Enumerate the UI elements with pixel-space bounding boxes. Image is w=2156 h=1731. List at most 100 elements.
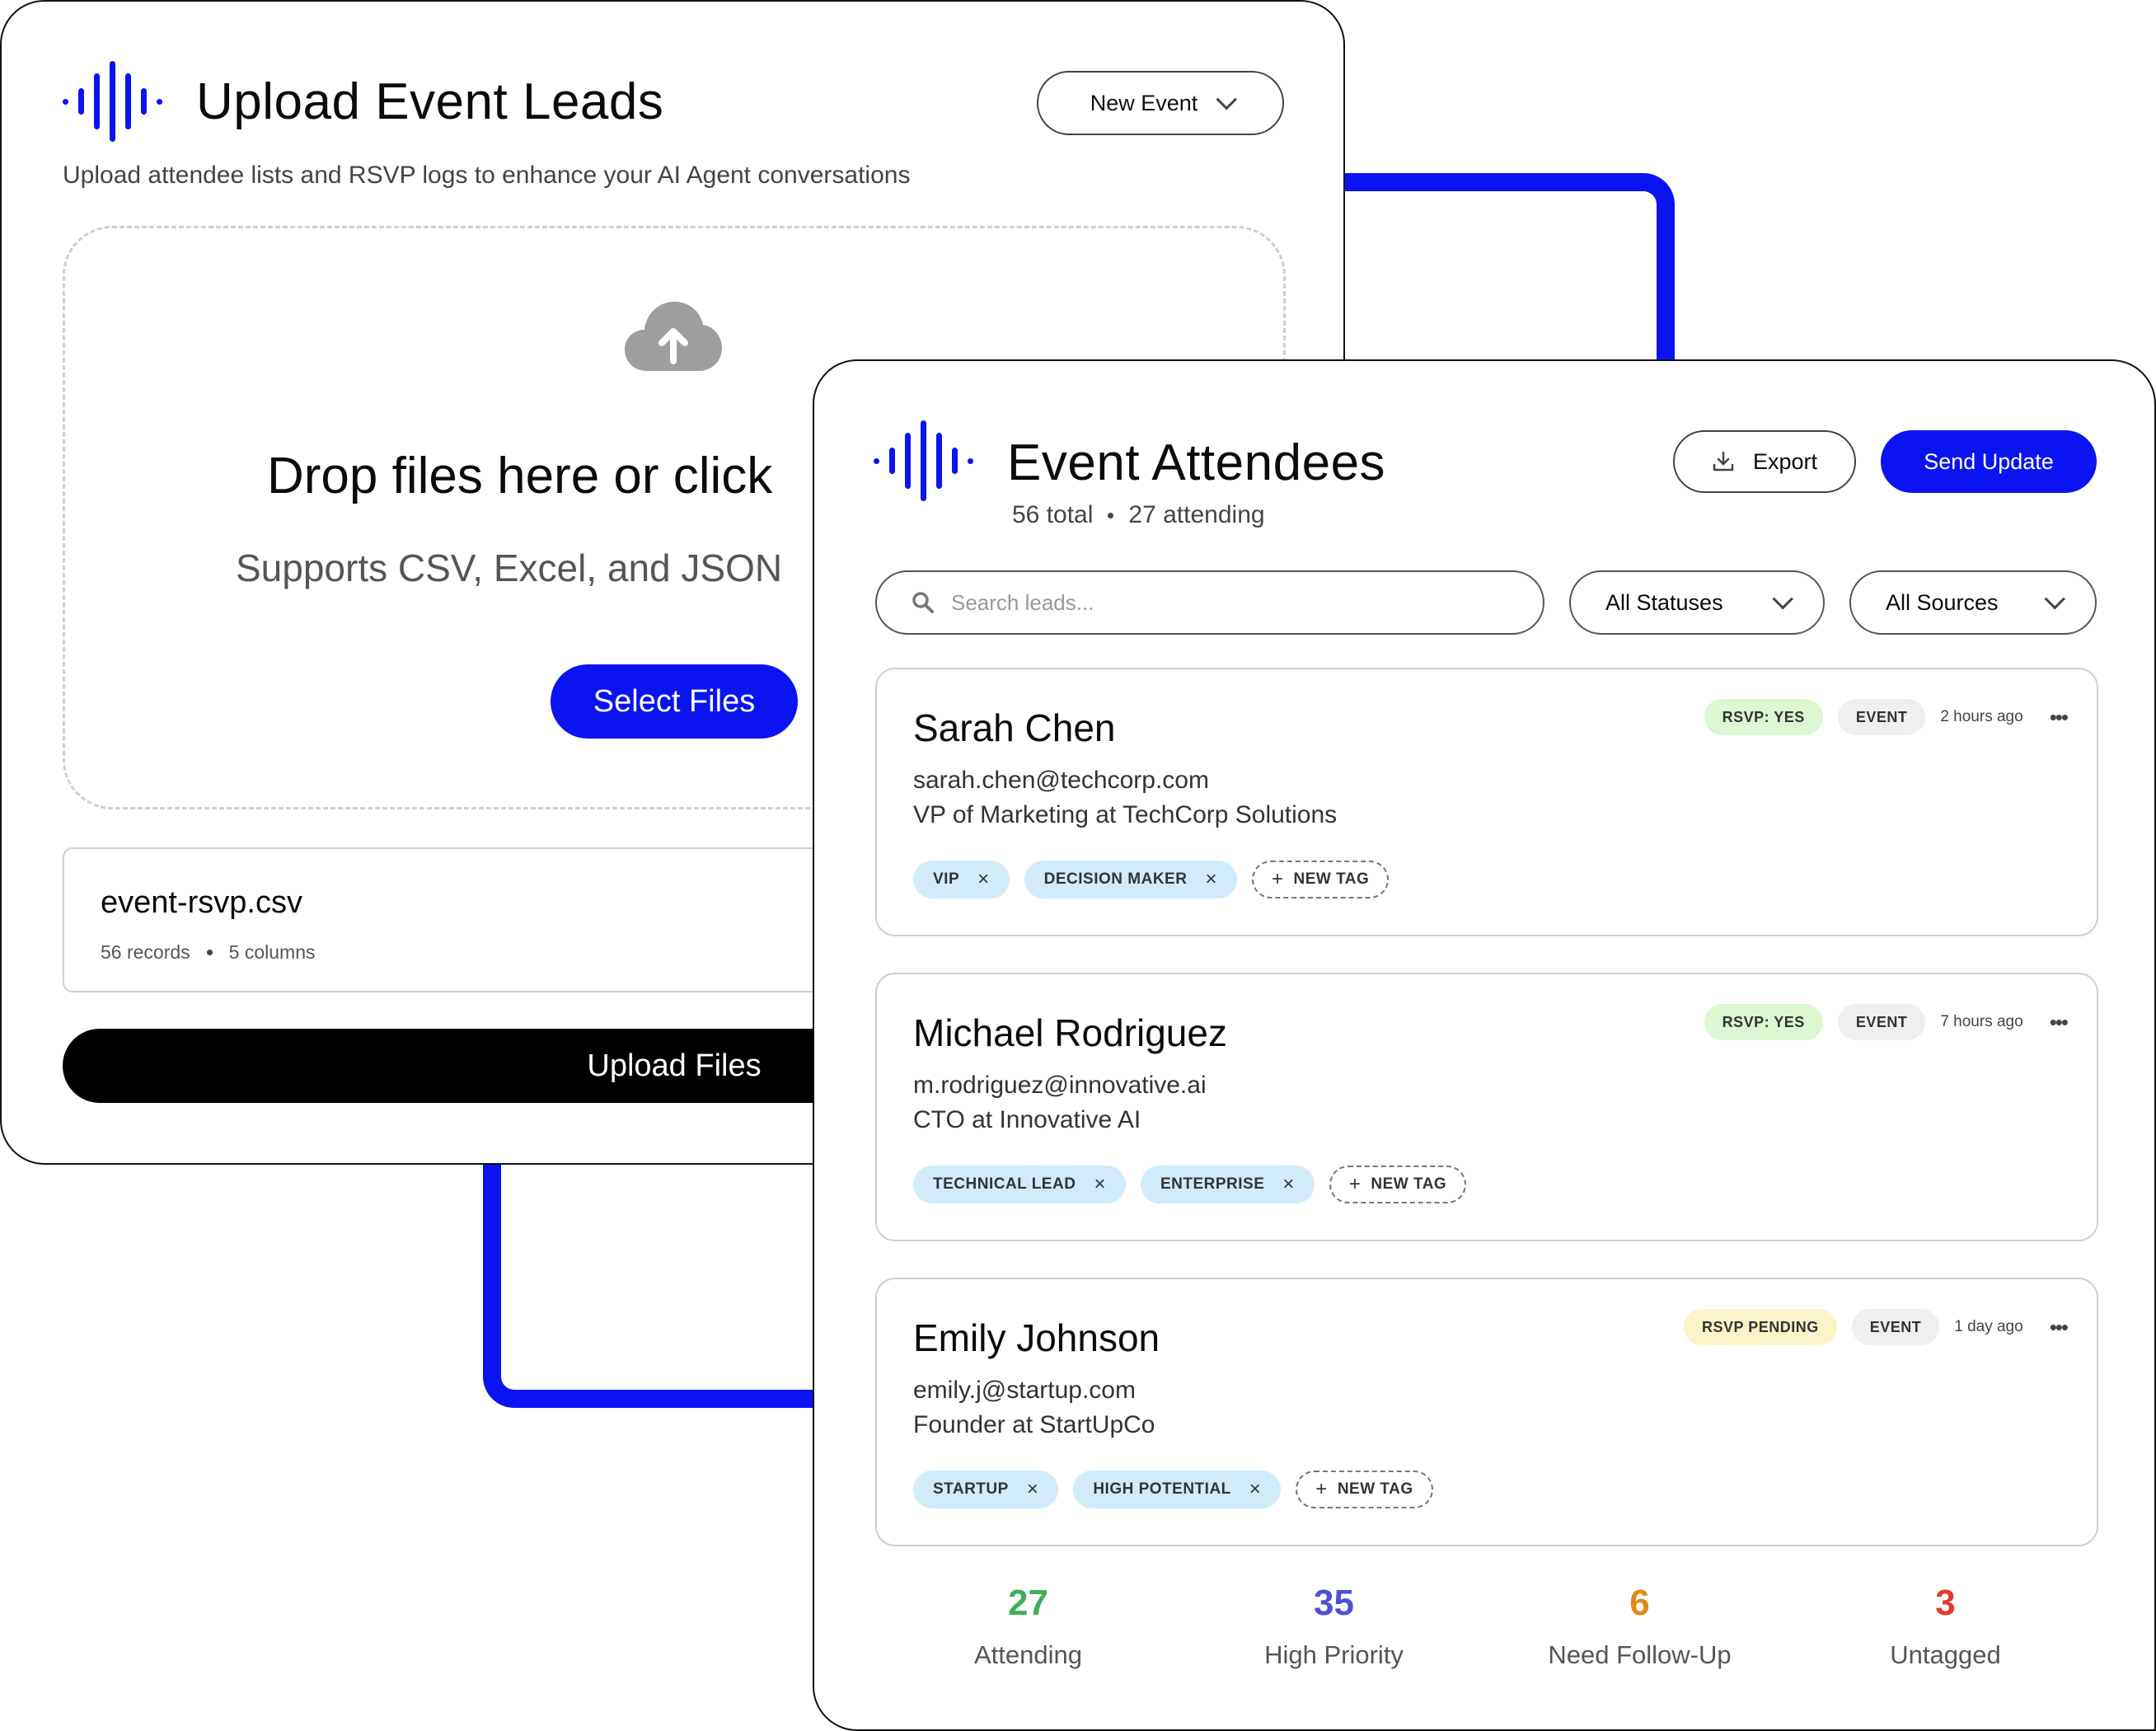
tag-label: STARTUP — [933, 1480, 1009, 1498]
more-options-icon[interactable]: ••• — [2050, 1010, 2069, 1035]
lead-meta: RSVP: YES EVENT 2 hours ago ••• — [1704, 699, 2069, 735]
remove-tag-icon[interactable]: × — [977, 868, 990, 891]
lead-role: CTO at Innovative AI — [913, 1106, 1141, 1133]
stat-label: Untagged — [1890, 1640, 2001, 1669]
event-select[interactable]: New Event — [1037, 71, 1284, 135]
lead-role: Founder at StartUpCo — [913, 1411, 1155, 1438]
remove-tag-icon[interactable]: × — [1282, 1173, 1295, 1196]
plus-icon: + — [1348, 1173, 1362, 1195]
stat-value: 27 — [1008, 1583, 1048, 1623]
lead-email: emily.j@startup.com — [913, 1377, 1136, 1404]
attending-count: 27 attending — [1128, 501, 1265, 528]
tag-list: STARTUP × HIGH POTENTIAL × + NEW TAG — [913, 1471, 1433, 1508]
source-badge: EVENT — [1837, 699, 1926, 735]
stat-attending: 27 Attending — [875, 1583, 1181, 1670]
attendee-counts: 56 total 27 attending — [1012, 501, 1265, 529]
status-filter[interactable]: All Statuses — [1569, 570, 1825, 635]
stat-label: High Priority — [1264, 1640, 1404, 1669]
tag: DECISION MAKER × — [1024, 861, 1237, 898]
lead-name: Emily Johnson — [913, 1316, 1160, 1359]
rsvp-badge: RSVP PENDING — [1684, 1309, 1837, 1345]
waveform-icon — [63, 61, 162, 142]
stat-untagged: 3 Untagged — [1793, 1583, 2098, 1670]
tag: ENTERPRISE × — [1140, 1166, 1315, 1203]
attendees-card: Event Attendees 56 total 27 attending Ex… — [813, 359, 2156, 1731]
attendees-title: Event Attendees — [1007, 434, 1386, 491]
event-select-label: New Event — [1090, 90, 1198, 115]
select-files-button[interactable]: Select Files — [551, 664, 798, 739]
more-options-icon[interactable]: ••• — [2050, 705, 2069, 730]
new-tag-button[interactable]: + NEW TAG — [1251, 861, 1390, 898]
page-subtitle: Upload attendee lists and RSVP logs to e… — [63, 162, 911, 189]
file-name: event-rsvp.csv — [101, 885, 302, 920]
stats-row: 27 Attending 35 High Priority 6 Need Fol… — [875, 1583, 2098, 1670]
tag-label: ENTERPRISE — [1160, 1175, 1265, 1193]
source-filter-label: All Sources — [1886, 589, 1999, 615]
tag: VIP × — [913, 861, 1010, 898]
lead-name: Sarah Chen — [913, 706, 1116, 749]
new-tag-label: NEW TAG — [1337, 1480, 1413, 1498]
search-icon — [912, 592, 934, 613]
tag-label: VIP — [933, 870, 960, 888]
total-count: 56 total — [1012, 501, 1094, 528]
rsvp-badge: RSVP: YES — [1704, 1004, 1823, 1040]
file-records: 56 records — [101, 941, 190, 963]
new-tag-button[interactable]: + NEW TAG — [1296, 1471, 1433, 1508]
remove-tag-icon[interactable]: × — [1094, 1173, 1106, 1196]
remove-tag-icon[interactable]: × — [1249, 1478, 1262, 1501]
dropzone-subtitle: Supports CSV, Excel, and JSON — [236, 547, 783, 589]
search-field[interactable] — [875, 570, 1544, 635]
stat-follow-up: 6 Need Follow-Up — [1487, 1583, 1793, 1670]
export-button[interactable]: Export — [1673, 430, 1856, 493]
lead-email: m.rodriguez@innovative.ai — [913, 1072, 1207, 1099]
stat-label: Need Follow-Up — [1548, 1640, 1732, 1669]
file-meta: 56 records 5 columns — [101, 941, 316, 964]
more-options-icon[interactable]: ••• — [2050, 1315, 2069, 1340]
rsvp-badge: RSVP: YES — [1704, 699, 1823, 735]
stage: Upload Event Leads New Event Upload atte… — [0, 0, 2156, 1731]
lead-name: Michael Rodriguez — [913, 1011, 1227, 1054]
lead-card[interactable]: Sarah Chen sarah.chen@techcorp.com VP of… — [875, 668, 2098, 936]
separator-dot — [206, 950, 213, 955]
new-tag-button[interactable]: + NEW TAG — [1329, 1166, 1467, 1203]
lead-meta: RSVP: YES EVENT 7 hours ago ••• — [1704, 1004, 2069, 1040]
status-filter-label: All Statuses — [1605, 589, 1723, 615]
remove-tag-icon[interactable]: × — [1205, 868, 1217, 891]
new-tag-label: NEW TAG — [1293, 870, 1370, 888]
plus-icon: + — [1271, 868, 1284, 890]
tag-label: TECHNICAL LEAD — [933, 1175, 1076, 1193]
timestamp: 7 hours ago — [1940, 1013, 2023, 1030]
tag: HIGH POTENTIAL × — [1073, 1471, 1282, 1508]
lead-email: sarah.chen@techcorp.com — [913, 767, 1209, 794]
new-tag-label: NEW TAG — [1371, 1175, 1447, 1193]
search-input[interactable] — [951, 589, 1446, 616]
lead-card[interactable]: Emily Johnson emily.j@startup.com Founde… — [875, 1278, 2098, 1546]
chevron-down-icon — [2044, 589, 2065, 610]
plus-icon: + — [1315, 1478, 1328, 1500]
cloud-upload-icon — [625, 302, 722, 371]
lead-card[interactable]: Michael Rodriguez m.rodriguez@innovative… — [875, 973, 2098, 1241]
tag: TECHNICAL LEAD × — [913, 1166, 1126, 1203]
download-icon — [1713, 451, 1734, 471]
lead-role: VP of Marketing at TechCorp Solutions — [913, 801, 1338, 828]
stat-label: Attending — [974, 1640, 1082, 1669]
file-columns: 5 columns — [228, 941, 316, 963]
tag-label: DECISION MAKER — [1043, 870, 1188, 888]
remove-tag-icon[interactable]: × — [1027, 1478, 1039, 1501]
stat-value: 3 — [1935, 1583, 1956, 1623]
chevron-down-icon — [1216, 89, 1238, 110]
source-badge: EVENT — [1837, 1004, 1926, 1040]
page-title: Upload Event Leads — [196, 73, 664, 130]
source-filter[interactable]: All Sources — [1849, 570, 2097, 635]
timestamp: 1 day ago — [1954, 1318, 2023, 1335]
stat-value: 35 — [1314, 1583, 1354, 1623]
separator-dot — [1108, 512, 1114, 518]
chevron-down-icon — [1772, 589, 1793, 610]
source-badge: EVENT — [1851, 1309, 1940, 1345]
tag: STARTUP × — [913, 1471, 1059, 1508]
stat-high-priority: 35 High Priority — [1181, 1583, 1487, 1670]
timestamp: 2 hours ago — [1940, 708, 2023, 725]
dropzone-title: Drop files here or click — [267, 448, 773, 504]
send-update-button[interactable]: Send Update — [1881, 430, 2097, 493]
export-label: Export — [1752, 448, 1818, 474]
